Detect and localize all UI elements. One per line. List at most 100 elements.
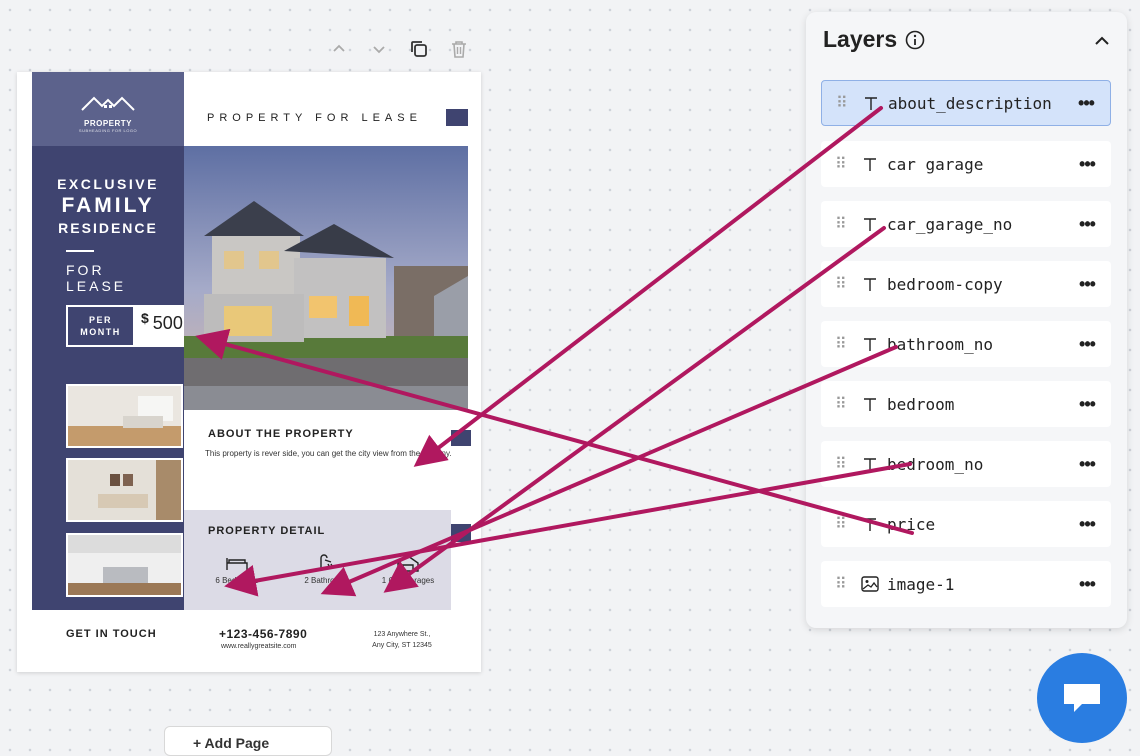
more-options-icon[interactable]: •••: [1075, 154, 1099, 175]
headline-line2: FAMILY: [61, 194, 155, 217]
per-month-line1: PER: [88, 315, 112, 325]
logo-subheading: SUBHEADING FOR LOGO: [78, 128, 138, 133]
text-type-icon: [857, 276, 883, 292]
about-accent-square: [451, 430, 471, 446]
more-options-icon[interactable]: •••: [1075, 394, 1099, 415]
shower-icon: [320, 554, 333, 570]
price-value: 500: [152, 313, 183, 333]
layer-name: bedroom-copy: [887, 274, 1003, 294]
interior-thumbnail-living[interactable]: [66, 384, 183, 448]
text-type-icon: [857, 396, 883, 412]
layer-name: bedroom_no: [887, 454, 984, 474]
interior-thumbnail-kitchen[interactable]: [66, 533, 183, 597]
add-page-button[interactable]: + Add Page: [164, 726, 332, 756]
text-type-icon: [857, 336, 883, 352]
address-line2: Any City, ST 12345: [372, 642, 432, 649]
interior-thumbnail-bedroom[interactable]: [66, 458, 183, 522]
layer-name: image-1: [887, 574, 955, 594]
per-month-label: PER MONTH: [68, 307, 133, 345]
layer-row-car-garage[interactable]: ⠿ car garage •••: [821, 141, 1111, 187]
more-options-icon[interactable]: •••: [1075, 514, 1099, 535]
chat-bubble-icon: [1064, 684, 1100, 712]
bed-icon: [226, 558, 248, 570]
info-icon[interactable]: [905, 30, 925, 50]
drag-handle-icon[interactable]: ⠿: [836, 93, 856, 113]
layer-name: car_garage_no: [887, 214, 1013, 234]
for-lease-line1: FOR: [66, 262, 105, 278]
detail-accent-square: [451, 524, 471, 542]
about-title[interactable]: ABOUT THE PROPERTY: [208, 428, 354, 440]
layer-row-bedroom[interactable]: ⠿ bedroom •••: [821, 381, 1111, 427]
text-type-icon: [858, 95, 884, 111]
more-options-icon[interactable]: •••: [1075, 274, 1099, 295]
feature-bedrooms-label: 6 Bedrooms: [215, 576, 259, 585]
layer-row-price[interactable]: ⠿ price •••: [821, 501, 1111, 547]
more-options-icon[interactable]: •••: [1074, 93, 1098, 114]
layer-row-about-description[interactable]: ⠿ about_description •••: [821, 80, 1111, 126]
website-text[interactable]: www.reallygreatsite.com: [221, 643, 296, 650]
logo[interactable]: PROPERTY SUBHEADING FOR LOGO: [32, 94, 184, 133]
more-options-icon[interactable]: •••: [1075, 214, 1099, 235]
more-options-icon[interactable]: •••: [1075, 574, 1099, 595]
collapse-chevron-icon[interactable]: [1091, 30, 1113, 52]
layer-name: bedroom: [887, 394, 955, 414]
about-description[interactable]: This property is rever side, you can get…: [205, 448, 455, 460]
drag-handle-icon[interactable]: ⠿: [835, 274, 855, 294]
layer-row-car-garage-no[interactable]: ⠿ car_garage_no •••: [821, 201, 1111, 247]
duplicate-icon[interactable]: [406, 36, 432, 62]
drag-handle-icon[interactable]: ⠿: [835, 574, 855, 594]
drag-handle-icon[interactable]: ⠿: [835, 334, 855, 354]
feature-bedrooms[interactable]: 6 Bedrooms: [197, 554, 277, 585]
property-title[interactable]: PROPERTY FOR LEASE: [207, 112, 422, 124]
page-toolbar: [326, 34, 476, 64]
layers-title: Layers: [823, 26, 898, 52]
image-type-icon: [857, 576, 883, 592]
drag-handle-icon[interactable]: ⠿: [835, 454, 855, 474]
feature-bathrooms-label: 2 Bathrooms: [304, 576, 350, 585]
layer-name: about_description: [888, 93, 1052, 113]
more-options-icon[interactable]: •••: [1075, 334, 1099, 355]
text-type-icon: [857, 516, 883, 532]
layer-name: price: [887, 514, 936, 534]
layer-row-bedroom-copy[interactable]: ⠿ bedroom-copy •••: [821, 261, 1111, 307]
address-line1: 123 Anywhere St.,: [373, 631, 431, 638]
chat-button[interactable]: [1037, 653, 1127, 743]
drag-handle-icon[interactable]: ⠿: [835, 514, 855, 534]
layers-panel: Layers ⠿ about_description ••• ⠿ car gar…: [806, 12, 1127, 628]
layer-row-bedroom-no[interactable]: ⠿ bedroom_no •••: [821, 441, 1111, 487]
layer-name: car garage: [887, 154, 984, 174]
drag-handle-icon[interactable]: ⠿: [835, 214, 855, 234]
text-type-icon: [857, 216, 883, 232]
feature-bathrooms[interactable]: 2 Bathrooms: [287, 554, 367, 585]
more-options-icon[interactable]: •••: [1075, 454, 1099, 475]
layer-name: bathroom_no: [887, 334, 993, 354]
feature-garages[interactable]: 1 Car Garages: [368, 554, 448, 585]
layers-header: Layers: [823, 26, 925, 53]
address[interactable]: 123 Anywhere St., Any City, ST 12345: [357, 629, 447, 651]
move-up-icon[interactable]: [326, 36, 352, 62]
house-photo[interactable]: [184, 146, 468, 410]
title-accent-square: [446, 109, 468, 126]
drag-handle-icon[interactable]: ⠿: [835, 394, 855, 414]
feature-garages-label: 1 Car Garages: [381, 576, 435, 585]
house-logo-icon: [81, 96, 135, 111]
headline-divider: [66, 250, 94, 252]
headline-line1: EXCLUSIVE: [57, 176, 159, 192]
garage-icon: [397, 555, 419, 572]
property-detail-title[interactable]: PROPERTY DETAIL: [208, 525, 325, 537]
phone-number[interactable]: +123-456-7890: [219, 627, 307, 641]
move-down-icon[interactable]: [366, 36, 392, 62]
text-type-icon: [857, 456, 883, 472]
for-lease-line2: LEASE: [66, 278, 127, 294]
headline[interactable]: EXCLUSIVE FAMILY RESIDENCE: [32, 176, 184, 236]
get-in-touch[interactable]: GET IN TOUCH: [66, 628, 157, 640]
headline-line3: RESIDENCE: [58, 220, 158, 236]
drag-handle-icon[interactable]: ⠿: [835, 154, 855, 174]
layer-row-bathroom-no[interactable]: ⠿ bathroom_no •••: [821, 321, 1111, 367]
for-lease-text[interactable]: FOR LEASE: [66, 262, 126, 294]
logo-name: PROPERTY: [83, 119, 132, 128]
flyer-page[interactable]: PROPERTY SUBHEADING FOR LOGO EXCLUSIVE F…: [17, 72, 481, 672]
text-type-icon: [857, 156, 883, 172]
trash-icon[interactable]: [446, 36, 472, 62]
layer-row-image-1[interactable]: ⠿ image-1 •••: [821, 561, 1111, 607]
